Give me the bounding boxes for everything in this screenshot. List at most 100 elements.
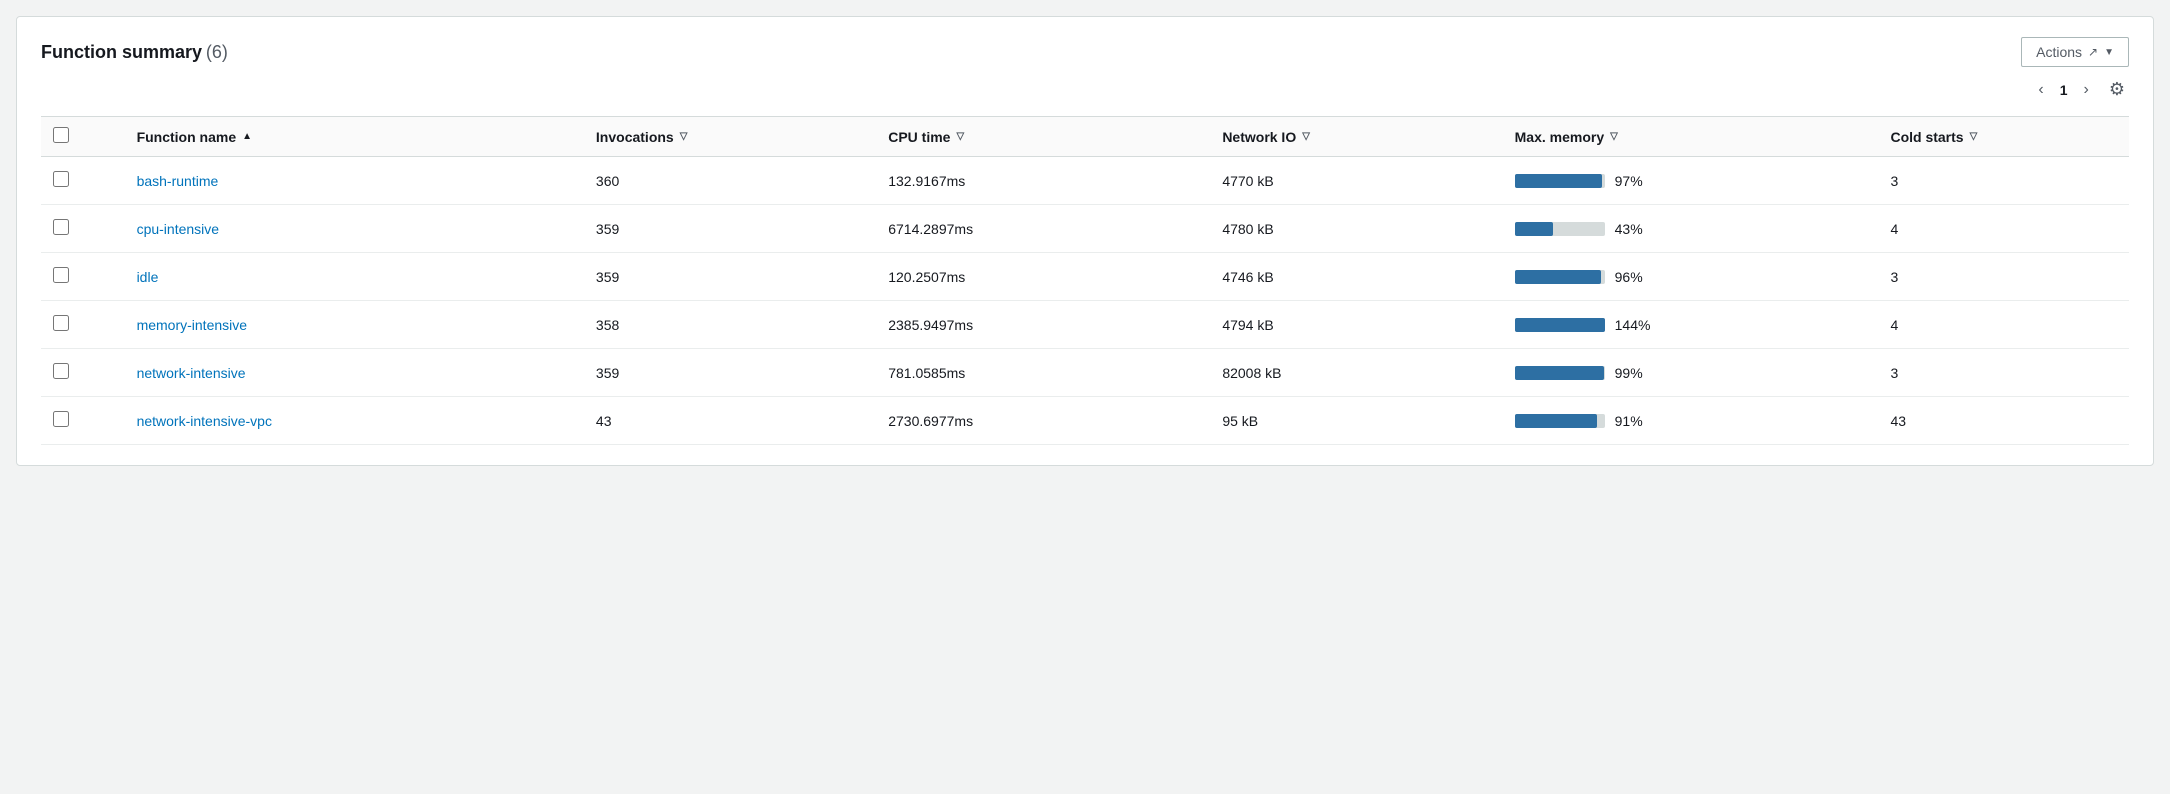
memory-bar-track — [1515, 270, 1605, 284]
panel-header: Function summary (6) Actions ↗ ▼ — [41, 37, 2129, 67]
row-checkbox-cell[interactable] — [41, 397, 125, 445]
memory-bar-track — [1515, 366, 1605, 380]
row-checkbox-cell[interactable] — [41, 253, 125, 301]
col-function-name[interactable]: Function name ▲ — [125, 117, 584, 157]
actions-button[interactable]: Actions ↗ ▼ — [2021, 37, 2129, 67]
memory-percentage: 99% — [1615, 365, 1643, 381]
row-cpu-time: 2385.9497ms — [876, 301, 1210, 349]
row-max-memory: 91% — [1503, 397, 1879, 445]
table-row: network-intensive 359781.0585ms82008 kB 99… — [41, 349, 2129, 397]
row-checkbox-cell[interactable] — [41, 157, 125, 205]
row-checkbox[interactable] — [53, 171, 69, 187]
current-page: 1 — [2060, 82, 2068, 98]
function-link[interactable]: bash-runtime — [137, 173, 219, 189]
sort-invocations[interactable]: Invocations ▽ — [596, 129, 688, 145]
row-function-name: memory-intensive — [125, 301, 584, 349]
row-cpu-time: 781.0585ms — [876, 349, 1210, 397]
panel-count: (6) — [206, 42, 228, 62]
memory-bar-track — [1515, 414, 1605, 428]
table-body: bash-runtime 360132.9167ms4770 kB 97% 3 cpu-… — [41, 157, 2129, 445]
function-link[interactable]: idle — [137, 269, 159, 285]
table-header-row: Function name ▲ Invocations ▽ CPU time ▽ — [41, 117, 2129, 157]
function-summary-panel: Function summary (6) Actions ↗ ▼ ‹ 1 › ⚙ — [16, 16, 2154, 466]
row-cold-starts: 4 — [1878, 301, 2129, 349]
function-link[interactable]: memory-intensive — [137, 317, 247, 333]
row-invocations: 360 — [584, 157, 876, 205]
row-max-memory: 144% — [1503, 301, 1879, 349]
row-cold-starts: 3 — [1878, 349, 2129, 397]
row-checkbox-cell[interactable] — [41, 205, 125, 253]
row-cold-starts: 43 — [1878, 397, 2129, 445]
row-checkbox-cell[interactable] — [41, 349, 125, 397]
memory-bar-container: 91% — [1515, 413, 1867, 429]
table-row: cpu-intensive3596714.2897ms4780 kB43%4 — [41, 205, 2129, 253]
row-invocations: 358 — [584, 301, 876, 349]
actions-dropdown-icon: ▼ — [2104, 47, 2114, 58]
memory-bar-track — [1515, 222, 1605, 236]
row-checkbox-cell[interactable] — [41, 301, 125, 349]
row-checkbox[interactable] — [53, 219, 69, 235]
row-max-memory: 96% — [1503, 253, 1879, 301]
row-cold-starts: 4 — [1878, 205, 2129, 253]
memory-percentage: 43% — [1615, 221, 1643, 237]
function-link[interactable]: cpu-intensive — [137, 221, 220, 237]
prev-page-button[interactable]: ‹ — [2032, 77, 2049, 103]
col-invocations[interactable]: Invocations ▽ — [584, 117, 876, 157]
row-invocations: 43 — [584, 397, 876, 445]
row-checkbox[interactable] — [53, 315, 69, 331]
table-settings-button[interactable]: ⚙ — [2105, 75, 2129, 104]
col-network-io[interactable]: Network IO ▽ — [1210, 117, 1502, 157]
row-cpu-time: 2730.6977ms — [876, 397, 1210, 445]
row-invocations: 359 — [584, 349, 876, 397]
row-checkbox[interactable] — [53, 267, 69, 283]
sort-cpu-time[interactable]: CPU time ▽ — [888, 129, 964, 145]
col-max-memory[interactable]: Max. memory ▽ — [1503, 117, 1879, 157]
row-function-name: cpu-intensive — [125, 205, 584, 253]
row-cold-starts: 3 — [1878, 157, 2129, 205]
row-cpu-time: 120.2507ms — [876, 253, 1210, 301]
row-network-io: 4770 kB — [1210, 157, 1502, 205]
sort-network-io[interactable]: Network IO ▽ — [1222, 129, 1310, 145]
row-cpu-time: 132.9167ms — [876, 157, 1210, 205]
memory-percentage: 96% — [1615, 269, 1643, 285]
row-network-io: 95 kB — [1210, 397, 1502, 445]
memory-bar-track — [1515, 318, 1605, 332]
col-cold-starts[interactable]: Cold starts ▽ — [1878, 117, 2129, 157]
memory-bar-fill — [1515, 414, 1597, 428]
row-checkbox[interactable] — [53, 363, 69, 379]
row-cpu-time: 6714.2897ms — [876, 205, 1210, 253]
row-network-io: 82008 kB — [1210, 349, 1502, 397]
row-max-memory: 97% — [1503, 157, 1879, 205]
memory-bar-container: 144% — [1515, 317, 1867, 333]
row-max-memory: 43% — [1503, 205, 1879, 253]
next-page-button[interactable]: › — [2078, 77, 2095, 103]
sort-cold-starts[interactable]: Cold starts ▽ — [1890, 129, 1977, 145]
row-function-name: bash-runtime — [125, 157, 584, 205]
function-link[interactable]: network-intensive-vpc — [137, 413, 272, 429]
sort-max-memory[interactable]: Max. memory ▽ — [1515, 129, 1618, 145]
row-network-io: 4780 kB — [1210, 205, 1502, 253]
table-row: memory-intensive 3582385.9497ms4794 kB 144… — [41, 301, 2129, 349]
memory-bar-container: 97% — [1515, 173, 1867, 189]
memory-bar-container: 43% — [1515, 221, 1867, 237]
sort-desc-icon-mem: ▽ — [1610, 131, 1618, 142]
col-cpu-time[interactable]: CPU time ▽ — [876, 117, 1210, 157]
sort-desc-icon-cold: ▽ — [1970, 131, 1978, 142]
memory-bar-fill — [1515, 270, 1601, 284]
row-function-name: idle — [125, 253, 584, 301]
row-checkbox[interactable] — [53, 411, 69, 427]
memory-bar-fill — [1515, 366, 1604, 380]
sort-desc-icon-net: ▽ — [1302, 131, 1310, 142]
pagination-row: ‹ 1 › ⚙ — [41, 75, 2129, 104]
select-all-checkbox-header[interactable] — [41, 117, 125, 157]
memory-percentage: 91% — [1615, 413, 1643, 429]
function-link[interactable]: network-intensive — [137, 365, 246, 381]
row-cold-starts: 3 — [1878, 253, 2129, 301]
row-network-io: 4794 kB — [1210, 301, 1502, 349]
memory-bar-container: 99% — [1515, 365, 1867, 381]
panel-title: Function summary — [41, 42, 202, 62]
sort-desc-icon-inv: ▽ — [680, 131, 688, 142]
row-invocations: 359 — [584, 253, 876, 301]
select-all-checkbox[interactable] — [53, 127, 69, 143]
sort-function-name[interactable]: Function name ▲ — [137, 129, 252, 145]
